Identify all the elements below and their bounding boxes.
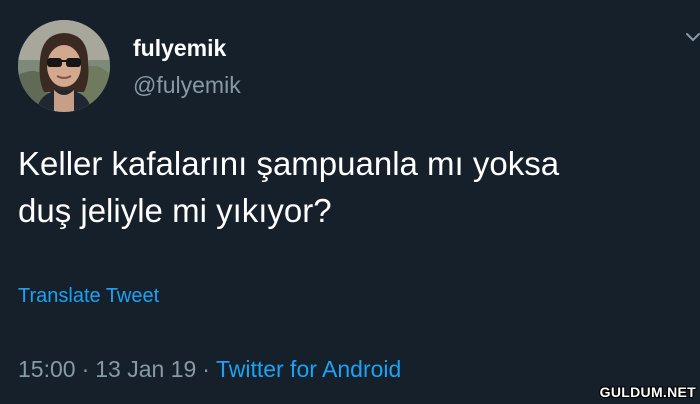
tweet-source-link[interactable]: Twitter for Android: [216, 356, 401, 382]
tweet-text-line: Keller kafalarını şampuanla mı yoksa: [18, 145, 560, 182]
translate-tweet-link[interactable]: Translate Tweet: [18, 284, 159, 308]
meta-separator: ·: [202, 356, 210, 382]
chevron-down-icon[interactable]: [686, 30, 700, 46]
watermark-logo: GULDUM.NET: [599, 384, 696, 400]
avatar[interactable]: [18, 20, 110, 112]
meta-separator: ·: [81, 356, 90, 382]
tweet-date[interactable]: 13 Jan 19: [95, 356, 196, 382]
tweet-time[interactable]: 15:00: [18, 356, 76, 382]
tweet-meta: 15:00 · 13 Jan 19 · Twitter for Android: [18, 355, 401, 383]
author-display-name[interactable]: fulyemik: [133, 34, 226, 62]
profile-photo-icon: [18, 20, 110, 112]
tweet-text-line: duş jeliyle mi yıkıyor?: [18, 192, 332, 229]
tweet-text: Keller kafalarını şampuanla mı yoksa duş…: [18, 140, 688, 234]
tweet-card: fulyemik @fulyemik Keller kafalarını şam…: [0, 0, 700, 404]
author-handle[interactable]: @fulyemik: [133, 71, 241, 99]
